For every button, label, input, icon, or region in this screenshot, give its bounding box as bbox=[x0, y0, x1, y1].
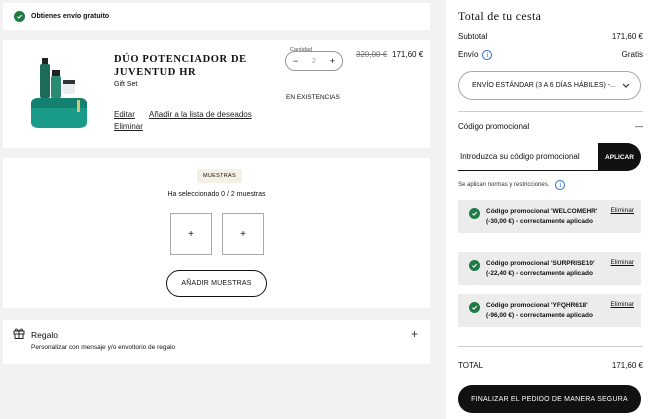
divider bbox=[458, 111, 643, 112]
applied-code-text: Código promocional 'SURPRISE10' (-22,40 … bbox=[486, 260, 595, 277]
promo-code-label: Código promocional bbox=[458, 122, 530, 131]
subtotal-value: 171,60 € bbox=[611, 32, 643, 41]
total-label: TOTAL bbox=[458, 361, 484, 370]
divider bbox=[458, 346, 643, 347]
subtotal-label: Subtotal bbox=[458, 32, 488, 41]
promo-code-header[interactable]: Código promocional — bbox=[458, 122, 643, 131]
subtotal-row: Subtotal 171,60 € bbox=[458, 32, 643, 41]
remove-code-link[interactable]: Eliminar bbox=[611, 259, 634, 279]
info-icon[interactable]: i bbox=[555, 180, 566, 190]
shipping-row: Envío i Gratis bbox=[458, 50, 643, 60]
product-image[interactable] bbox=[27, 56, 91, 134]
apply-promo-button[interactable]: APLICAR bbox=[598, 143, 641, 171]
samples-badge: MUESTRAS bbox=[197, 169, 242, 183]
quantity-stepper: − 2 + bbox=[285, 51, 343, 71]
quantity-value[interactable]: 2 bbox=[312, 58, 316, 65]
remove-code-link[interactable]: Eliminar bbox=[611, 301, 634, 321]
remove-link[interactable]: Eliminar bbox=[114, 122, 143, 131]
check-circle-icon bbox=[14, 11, 25, 22]
checkout-button[interactable]: FINALIZAR EL PEDIDO DE MANERA SEGURA bbox=[458, 385, 641, 413]
chevron-down-icon bbox=[622, 83, 630, 88]
gift-icon bbox=[13, 328, 25, 339]
gift-subtitle: Personalizar con mensaje y/o envoltorio … bbox=[31, 344, 176, 351]
samples-panel: MUESTRAS Ha seleccionado 0 / 2 muestras … bbox=[3, 158, 430, 308]
order-summary: Total de tu cesta Subtotal 171,60 € Enví… bbox=[446, 0, 650, 419]
decrease-quantity-button[interactable]: − bbox=[293, 56, 298, 66]
collapse-promo-icon[interactable]: — bbox=[635, 122, 643, 131]
edit-link[interactable]: Editar bbox=[114, 110, 135, 119]
gift-title: Regalo bbox=[31, 330, 58, 340]
total-row: TOTAL 171,60 € bbox=[458, 361, 643, 370]
free-shipping-banner: Obtienes envío gratuito bbox=[3, 3, 430, 30]
gift-option[interactable]: Regalo Personalizar con mensaje y/o envo… bbox=[3, 320, 430, 364]
sample-slot-1[interactable]: + bbox=[170, 213, 212, 255]
applied-code-text: Código promocional 'WELCOMEHR' (-30,00 €… bbox=[486, 208, 598, 225]
banner-text: Obtienes envío gratuito bbox=[31, 13, 110, 20]
product-subtitle: Gift Set bbox=[114, 81, 138, 88]
summary-title: Total de tu cesta bbox=[458, 9, 542, 23]
stock-status: EN EXISTENCIAS bbox=[286, 94, 340, 101]
current-price: 171,60 € bbox=[392, 50, 424, 59]
check-circle-icon bbox=[469, 260, 480, 271]
product-title[interactable]: DÚO POTENCIADOR DE JUVENTUD HR bbox=[114, 53, 254, 79]
applied-code-text: Código promocional 'YFQHR618' (-96,00 €)… bbox=[486, 302, 593, 319]
remove-code-link[interactable]: Eliminar bbox=[611, 207, 634, 227]
terms-note: Se aplican normas y restricciones. i bbox=[458, 180, 566, 190]
info-icon[interactable]: i bbox=[482, 50, 493, 60]
original-price: 320,00 € bbox=[356, 50, 388, 59]
expand-gift-button[interactable]: + bbox=[411, 327, 418, 341]
check-circle-icon bbox=[469, 208, 480, 219]
shipping-value: Gratis bbox=[621, 50, 643, 59]
shipping-method-value: ENVÍO ESTÁNDAR (3 A 6 DÍAS HÁBILES) -... bbox=[472, 82, 616, 89]
terms-text: Se aplican normas y restricciones. bbox=[458, 182, 550, 188]
cart-column: Obtienes envío gratuito DÚO POTENCIADOR … bbox=[0, 0, 446, 419]
product-card: DÚO POTENCIADOR DE JUVENTUD HR Gift Set … bbox=[3, 40, 430, 148]
applied-code: Código promocional 'YFQHR618' (-96,00 €)… bbox=[458, 294, 641, 327]
sample-slot-2[interactable]: + bbox=[222, 213, 264, 255]
add-samples-button[interactable]: AÑADIR MUESTRAS bbox=[166, 270, 267, 297]
applied-code: Código promocional 'SURPRISE10' (-22,40 … bbox=[458, 252, 641, 285]
samples-count: Ha seleccionado 0 / 2 muestras bbox=[167, 191, 266, 198]
total-value: 171,60 € bbox=[611, 361, 643, 370]
check-circle-icon bbox=[469, 302, 480, 313]
add-to-wishlist-link[interactable]: Añadir a la lista de deseados bbox=[149, 110, 252, 119]
shipping-method-select[interactable]: ENVÍO ESTÁNDAR (3 A 6 DÍAS HÁBILES) -... bbox=[458, 71, 641, 100]
promo-code-input[interactable]: Introduzca su código promocional bbox=[458, 143, 598, 171]
increase-quantity-button[interactable]: + bbox=[330, 56, 335, 66]
shipping-label: Envío bbox=[458, 50, 479, 60]
applied-code: Código promocional 'WELCOMEHR' (-30,00 €… bbox=[458, 200, 641, 233]
